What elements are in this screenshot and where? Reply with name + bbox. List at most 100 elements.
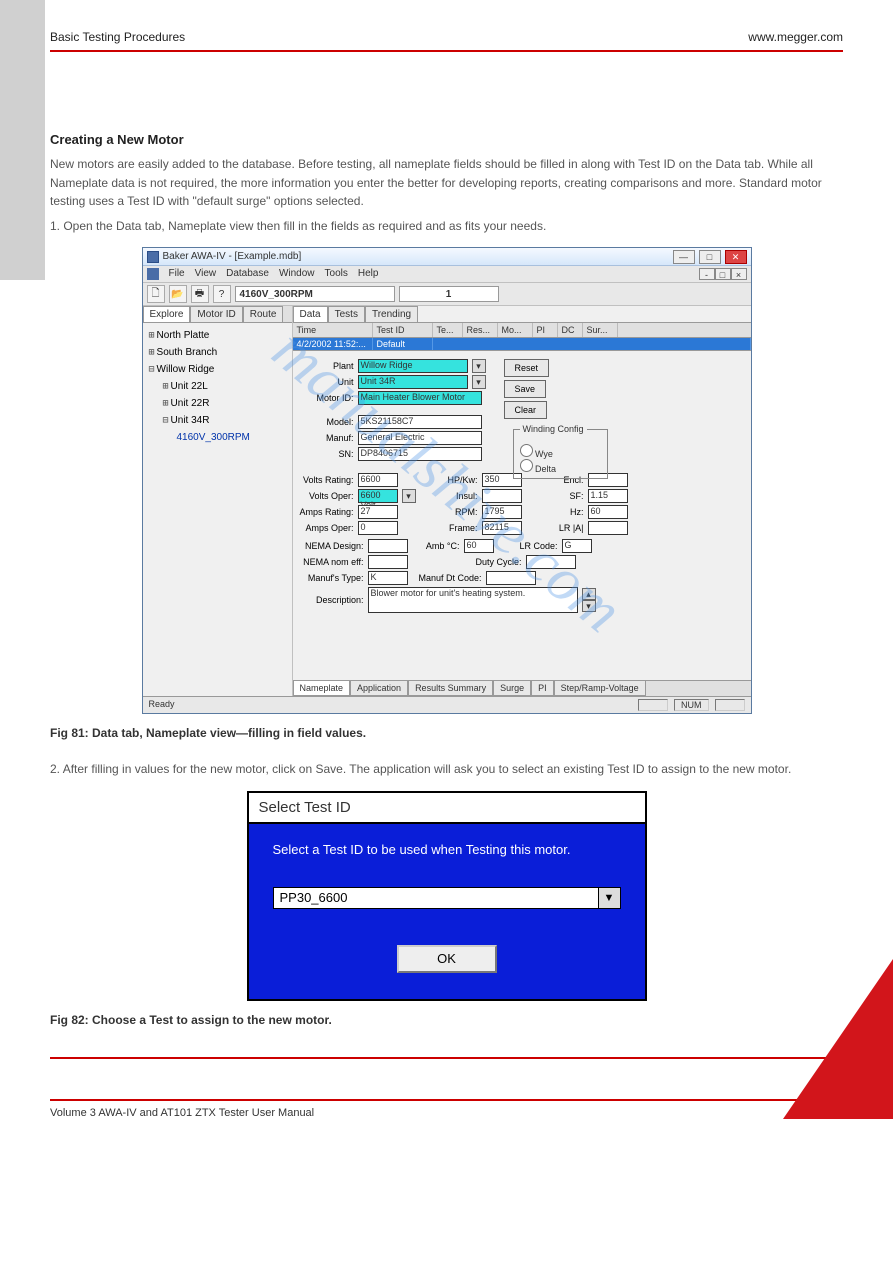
tab-trending[interactable]: Trending <box>365 306 418 322</box>
hz-field[interactable]: 60 <box>588 505 628 519</box>
print-button[interactable]: 🖶 <box>191 285 209 303</box>
tab-step-ramp[interactable]: Step/Ramp-Voltage <box>554 681 646 696</box>
model-field[interactable]: 5KS21158C7 <box>358 415 482 429</box>
amps-rating-field[interactable]: 27 <box>358 505 398 519</box>
amb-c-field[interactable]: 60 <box>464 539 494 553</box>
save-button[interactable]: Save <box>504 380 547 398</box>
tab-surge[interactable]: Surge <box>493 681 531 696</box>
tree-leaf-motor[interactable]: 4160V_300RPM <box>177 432 250 443</box>
figure-82-caption: Fig 82: Choose a Test to assign to the n… <box>50 1013 843 1027</box>
sn-field[interactable]: DP8406715 <box>358 447 482 461</box>
menu-tools[interactable]: Tools <box>325 268 348 280</box>
select-test-id-dialog: Select Test ID Select a Test ID to be us… <box>247 791 647 1001</box>
lr-code-field[interactable]: G <box>562 539 592 553</box>
lr-a-field[interactable] <box>588 521 628 535</box>
manuf-field[interactable]: General Electric <box>358 431 482 445</box>
duty-cycle-field[interactable] <box>526 555 576 569</box>
tree-south-branch[interactable]: South Branch <box>157 347 218 358</box>
tree-view[interactable]: ⊞North Platte ⊞South Branch ⊟Willow Ridg… <box>143 323 292 450</box>
tree-unit-22r[interactable]: Unit 22R <box>171 398 210 409</box>
tab-application[interactable]: Application <box>350 681 408 696</box>
plant-dropdown-arrow[interactable]: ▾ <box>472 359 486 373</box>
doc-icon <box>147 268 159 280</box>
tree-north-platte[interactable]: North Platte <box>157 330 210 341</box>
tab-nameplate[interactable]: Nameplate <box>293 681 351 696</box>
statusbar: Ready NUM <box>143 696 751 713</box>
manufs-type-field[interactable]: K <box>368 571 408 585</box>
sf-field[interactable]: 1.15 <box>588 489 628 503</box>
tab-explore[interactable]: Explore <box>143 306 191 322</box>
header-left: Basic Testing Procedures <box>50 30 185 44</box>
clear-button[interactable]: Clear <box>504 401 548 419</box>
figure-81-caption: Fig 81: Data tab, Nameplate view—filling… <box>50 726 843 740</box>
tab-data[interactable]: Data <box>293 306 328 322</box>
motor-id-field[interactable]: Main Heater Blower Motor <box>358 391 482 405</box>
menubar: File View Database Window Tools Help - □… <box>143 266 751 283</box>
new-button[interactable]: 🗋 <box>147 285 165 303</box>
header-right: www.megger.com <box>748 30 843 44</box>
menu-window[interactable]: Window <box>279 268 315 280</box>
dialog-ok-button[interactable]: OK <box>397 945 497 973</box>
tab-pi[interactable]: PI <box>531 681 554 696</box>
nema-eff-field[interactable] <box>368 555 408 569</box>
close-button[interactable]: ✕ <box>725 250 747 264</box>
rpm-field[interactable]: 1795 <box>482 505 522 519</box>
tab-tests[interactable]: Tests <box>328 306 365 322</box>
wye-radio[interactable] <box>520 444 533 457</box>
desc-scroll-down[interactable]: ▾ <box>582 600 596 612</box>
menu-view[interactable]: View <box>195 268 217 280</box>
menu-database[interactable]: Database <box>226 268 269 280</box>
app-icon <box>147 251 159 263</box>
test-id-combo[interactable]: PP30_6600 <box>273 887 599 909</box>
open-button[interactable]: 📂 <box>169 285 187 303</box>
tab-motor-id[interactable]: Motor ID <box>190 306 242 322</box>
window-titlebar: Baker AWA-IV - [Example.mdb] — □ ✕ <box>143 248 751 266</box>
menu-help[interactable]: Help <box>358 268 379 280</box>
tab-route[interactable]: Route <box>243 306 284 322</box>
status-ready: Ready <box>149 699 175 711</box>
mdi-close[interactable]: × <box>731 268 747 280</box>
status-blank1 <box>638 699 668 711</box>
winding-config-group: Winding Config Wye Delta <box>513 429 608 479</box>
status-blank2 <box>715 699 745 711</box>
menu-file[interactable]: File <box>169 268 185 280</box>
intro-paragraph: New motors are easily added to the datab… <box>50 155 843 211</box>
section-title: Creating a New Motor <box>50 132 843 147</box>
dialog-title: Select Test ID <box>249 793 645 824</box>
results-row-selected[interactable]: 4/2/2002 11:52:... Default <box>293 338 751 351</box>
test-id-combo-arrow[interactable]: ▼ <box>599 887 621 909</box>
nameplate-form: PlantWillow Ridge▾ UnitUnit 34R▾ Motor I… <box>293 351 751 680</box>
unit-dropdown-arrow[interactable]: ▾ <box>472 375 486 389</box>
reset-button[interactable]: Reset <box>504 359 550 377</box>
tree-unit-22l[interactable]: Unit 22L <box>171 381 208 392</box>
volts-oper-dropdown-arrow[interactable]: ▾ <box>402 489 416 503</box>
toolbar: 🗋 📂 🖶 ? 4160V_300RPM 1 <box>143 283 751 306</box>
amps-oper-field[interactable]: 0 <box>358 521 398 535</box>
minimize-button[interactable]: — <box>673 250 695 264</box>
results-header: Time Test ID Te... Res... Mo... PI DC Su… <box>293 323 751 338</box>
delta-radio[interactable] <box>520 459 533 472</box>
tab-results-summary[interactable]: Results Summary <box>408 681 493 696</box>
motor-name-field: 4160V_300RPM <box>235 286 395 302</box>
tree-unit-34r[interactable]: Unit 34R <box>171 415 210 426</box>
manuf-dt-code-field[interactable] <box>486 571 536 585</box>
unit-field[interactable]: Unit 34R <box>358 375 468 389</box>
footer-left: Volume 3 AWA-IV and AT101 ZTX Tester Use… <box>50 1107 314 1119</box>
step-1: 1. Open the Data tab, Nameplate view the… <box>50 217 843 236</box>
description-field[interactable]: Blower motor for unit's heating system. <box>368 587 578 613</box>
mdi-restore[interactable]: □ <box>715 268 731 280</box>
maximize-button[interactable]: □ <box>699 250 721 264</box>
frame-field[interactable]: 82115 <box>482 521 522 535</box>
mdi-minimize[interactable]: - <box>699 268 715 280</box>
nema-design-field[interactable] <box>368 539 408 553</box>
desc-scroll-up[interactable]: ▴ <box>582 588 596 600</box>
help-button[interactable]: ? <box>213 285 231 303</box>
tree-willow-ridge[interactable]: Willow Ridge <box>157 364 215 375</box>
dialog-message: Select a Test ID to be used when Testing… <box>273 842 621 857</box>
step-2: 2. After filling in values for the new m… <box>50 760 843 779</box>
volts-oper-field[interactable]: 6600 Volt <box>358 489 398 503</box>
corner-accent <box>783 959 893 1119</box>
plant-field[interactable]: Willow Ridge <box>358 359 468 373</box>
insul-field[interactable] <box>482 489 522 503</box>
volts-rating-field[interactable]: 6600 <box>358 473 398 487</box>
